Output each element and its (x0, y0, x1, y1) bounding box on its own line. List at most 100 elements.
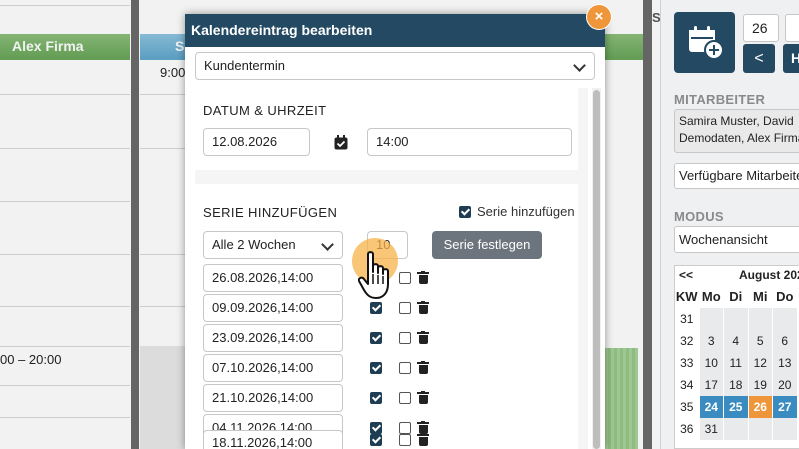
hand-cursor-icon (358, 251, 389, 299)
chevron-down-icon (321, 238, 334, 251)
series-item-toggle[interactable] (399, 302, 411, 314)
series-item-checkbox[interactable] (370, 392, 382, 404)
week-number[interactable]: 33 (675, 352, 699, 374)
day-cell[interactable]: 19 (748, 374, 772, 396)
series-date-input[interactable]: 18.11.2026,14:00 (203, 430, 343, 449)
day-cell-today[interactable]: 26 (748, 396, 772, 418)
mini-calendar-weekday-row: KW Mo Di Mi Do (675, 286, 798, 308)
today-button[interactable]: H (783, 44, 799, 73)
datetime-section: DATUM & UHRZEIT 12.08.2026 14:00 (195, 88, 578, 170)
available-staff-select[interactable]: Verfügbare Mitarbeiter (674, 163, 799, 189)
day-cell[interactable]: 20 (773, 374, 797, 396)
day-cell[interactable] (773, 418, 797, 440)
mini-calendar-header: << August 2026 (675, 266, 799, 284)
series-checkbox-label[interactable]: Serie hinzufügen (477, 204, 575, 219)
month-input[interactable] (785, 14, 799, 42)
day-cell[interactable]: 17 (699, 374, 723, 396)
dialog-scrollbar[interactable] (592, 88, 601, 449)
series-date-input[interactable]: 21.10.2026,14:00 (203, 384, 343, 412)
trash-icon[interactable] (417, 391, 429, 404)
trash-icon[interactable] (417, 301, 429, 314)
scrollbar-thumb[interactable] (593, 90, 600, 449)
weekday-header: Mi (748, 286, 772, 308)
week-number[interactable]: 32 (675, 330, 699, 352)
series-item-checkbox[interactable] (370, 302, 382, 314)
day-cell[interactable] (724, 418, 748, 440)
series-item-toggle[interactable] (399, 272, 411, 284)
prev-button[interactable]: < (743, 44, 775, 73)
mode-label: MODUS (674, 209, 724, 224)
staff-value-line: Demodaten, Alex Firma (679, 131, 799, 145)
day-cell[interactable]: 12 (748, 352, 772, 374)
staff-select[interactable]: Samira Muster, David Demodaten, Alex Fir… (674, 109, 799, 153)
day-cell[interactable]: 5 (748, 330, 772, 352)
series-item-toggle[interactable] (399, 362, 411, 374)
series-item-toggle[interactable] (399, 332, 411, 344)
week-row: 34 17 18 19 20 (675, 374, 798, 396)
day-cell[interactable]: 10 (699, 352, 723, 374)
add-calendar-entry-button[interactable] (674, 12, 735, 73)
week-number[interactable]: 34 (675, 374, 699, 396)
series-item-toggle[interactable] (399, 422, 411, 434)
calendar-check-icon[interactable] (334, 135, 348, 155)
day-cell[interactable]: 11 (724, 352, 748, 374)
trash-icon[interactable] (417, 433, 429, 446)
dialog-title: Kalendereintrag bearbeiten (185, 14, 605, 47)
entry-type-select[interactable]: Kundentermin (195, 52, 595, 80)
trash-icon[interactable] (417, 271, 429, 284)
series-date-input[interactable]: 26.08.2026,14:00 (203, 264, 343, 292)
week-row: 31 (675, 308, 798, 330)
series-date-input[interactable]: 07.10.2026,14:00 (203, 354, 343, 382)
series-date-input[interactable]: 23.09.2026,14:00 (203, 324, 343, 352)
series-checkbox[interactable] (459, 206, 471, 218)
week-row: 33 10 11 12 13 (675, 352, 798, 374)
day-cell[interactable] (773, 308, 797, 330)
mini-calendar-month: August 2026 (739, 268, 799, 282)
day-cell-selected-week[interactable]: 27 (773, 396, 797, 418)
calendar-plus-icon (689, 26, 724, 60)
set-series-button[interactable]: Serie festlegen (432, 231, 542, 259)
day-cell[interactable] (699, 308, 723, 330)
trash-icon[interactable] (417, 361, 429, 374)
mode-select[interactable]: Wochenansicht (674, 226, 799, 253)
day-cell[interactable]: 18 (724, 374, 748, 396)
staff-value-line: Samira Muster, David (679, 114, 794, 128)
trash-icon[interactable] (417, 331, 429, 344)
day-cell-selected-week[interactable]: 25 (724, 396, 748, 418)
day-cell[interactable] (724, 308, 748, 330)
close-button[interactable]: × (587, 5, 611, 29)
week-number[interactable]: 36 (675, 418, 699, 440)
week-row: 32 3 4 5 6 (675, 330, 798, 352)
series-item-checkbox[interactable] (370, 422, 382, 434)
series-item-checkbox[interactable] (370, 362, 382, 374)
series-section: SERIE HINZUFÜGEN Serie hinzufügen Alle 2… (195, 184, 578, 449)
day-cell[interactable]: 13 (773, 352, 797, 374)
day-cell[interactable]: 4 (724, 330, 748, 352)
series-item-toggle[interactable] (399, 392, 411, 404)
right-panel: 26 < H MITARBEITER Samira Muster, David … (660, 0, 799, 449)
date-input[interactable]: 12.08.2026 (203, 128, 310, 156)
interval-select[interactable]: Alle 2 Wochen (203, 231, 343, 259)
week-number[interactable]: 31 (675, 308, 699, 330)
day-cell[interactable]: 31 (699, 418, 723, 440)
mini-calendar: << August 2026 KW Mo Di Mi Do 31 32 3 4 … (674, 265, 799, 449)
time-input[interactable]: 14:00 (367, 128, 572, 156)
week-number[interactable]: 35 (675, 396, 699, 418)
day-cell-selected-week[interactable]: 24 (699, 396, 723, 418)
weekday-header: Do (773, 286, 797, 308)
series-section-title: SERIE HINZUFÜGEN (203, 205, 338, 220)
series-date-input[interactable]: 09.09.2026,14:00 (203, 294, 343, 322)
series-item-checkbox[interactable] (370, 332, 382, 344)
weekday-header: KW (675, 286, 699, 308)
weekday-header: Mo (699, 286, 723, 308)
series-item-checkbox[interactable] (370, 434, 382, 446)
day-cell[interactable] (748, 308, 772, 330)
day-cell[interactable]: 3 (699, 330, 723, 352)
chevron-down-icon (573, 59, 586, 72)
day-cell[interactable]: 6 (773, 330, 797, 352)
day-cell[interactable] (748, 418, 772, 440)
day-input[interactable]: 26 (743, 14, 779, 42)
series-item-toggle[interactable] (399, 434, 411, 446)
datetime-section-title: DATUM & UHRZEIT (203, 103, 327, 118)
mini-calendar-prev-button[interactable]: << (679, 266, 693, 284)
